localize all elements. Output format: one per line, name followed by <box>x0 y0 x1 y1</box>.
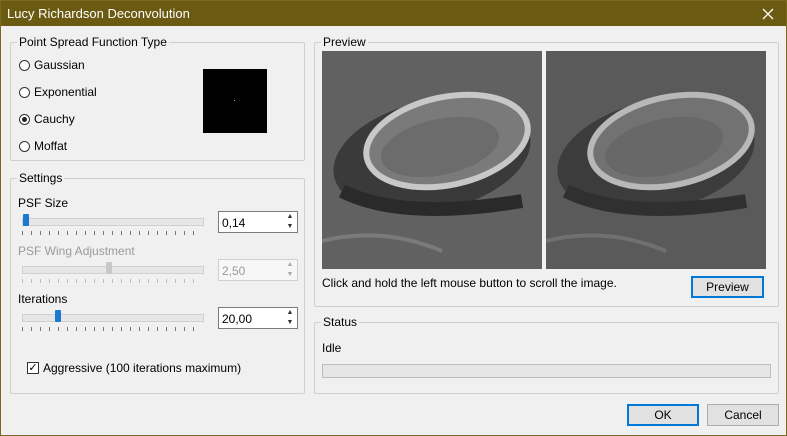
spinbox-value[interactable]: 2,50 <box>222 264 245 278</box>
slider-thumb[interactable] <box>23 214 29 226</box>
slider-thumb[interactable] <box>106 262 112 274</box>
preview-button[interactable]: Preview <box>691 276 764 298</box>
psf-wing-slider[interactable] <box>22 262 204 283</box>
slider-thumb[interactable] <box>55 310 61 322</box>
radio-circle[interactable] <box>19 140 30 152</box>
radio-label: Cauchy <box>34 112 75 126</box>
psf-size-spinbox[interactable]: 0,14 ▲ ▼ <box>218 211 298 233</box>
iterations-label: Iterations <box>18 292 68 306</box>
settings-legend: Settings <box>17 171 65 185</box>
radio-label: Exponential <box>34 85 97 99</box>
radio-gaussian[interactable]: Gaussian <box>19 58 85 72</box>
psf-kernel-preview <box>203 69 267 133</box>
radio-cauchy[interactable]: Cauchy <box>19 112 75 126</box>
close-icon[interactable] <box>750 1 786 26</box>
checkbox-label: Aggressive (100 iterations maximum) <box>43 361 242 375</box>
dialog-window: Lucy Richardson Deconvolution Point Spre… <box>0 0 787 436</box>
window-title: Lucy Richardson Deconvolution <box>7 6 190 21</box>
title-bar[interactable]: Lucy Richardson Deconvolution <box>1 1 786 26</box>
ok-button[interactable]: OK <box>627 404 699 426</box>
psf-wing-spinbox[interactable]: 2,50 ▲ ▼ <box>218 259 298 281</box>
checkbox-checked-icon[interactable]: ✓ <box>27 362 39 374</box>
preview-legend: Preview <box>321 35 368 49</box>
aggressive-checkbox[interactable]: ✓ Aggressive (100 iterations maximum) <box>27 361 241 375</box>
psf-type-group: Point Spread Function Type Gaussian Expo… <box>10 35 305 161</box>
spinbox-arrows-icon[interactable]: ▲ ▼ <box>283 260 297 280</box>
progress-bar <box>322 364 771 378</box>
settings-group: Settings PSF Size 0,14 ▲ ▼ PSF Wing Adjus… <box>10 171 305 394</box>
slider-ticks <box>22 279 202 283</box>
psf-size-label: PSF Size <box>18 196 69 210</box>
spinbox-arrows-icon[interactable]: ▲ ▼ <box>283 308 297 328</box>
original-image[interactable] <box>322 51 542 269</box>
radio-exponential[interactable]: Exponential <box>19 85 97 99</box>
iterations-spinbox[interactable]: 20,00 ▲ ▼ <box>218 307 298 329</box>
spinbox-value[interactable]: 20,00 <box>222 312 252 326</box>
psf-size-slider[interactable] <box>22 214 204 235</box>
preview-group: Preview Click and hold the left mouse bu… <box>314 35 779 307</box>
status-group: Status Idle <box>314 315 779 394</box>
slider-track[interactable] <box>22 314 204 322</box>
radio-label: Moffat <box>34 139 68 153</box>
status-legend: Status <box>321 315 360 329</box>
cancel-button[interactable]: Cancel <box>707 404 779 426</box>
slider-track[interactable] <box>22 218 204 226</box>
radio-circle-checked[interactable] <box>19 113 30 125</box>
spinbox-value[interactable]: 0,14 <box>222 216 245 230</box>
radio-moffat[interactable]: Moffat <box>19 139 67 153</box>
radio-label: Gaussian <box>34 58 85 72</box>
slider-track[interactable] <box>22 266 204 274</box>
psf-wing-label: PSF Wing Adjustment <box>18 244 135 258</box>
radio-circle[interactable] <box>19 86 30 98</box>
iterations-slider[interactable] <box>22 310 204 331</box>
slider-ticks <box>22 327 202 331</box>
spinbox-arrows-icon[interactable]: ▲ ▼ <box>283 212 297 232</box>
psf-kernel-dot <box>234 100 235 101</box>
status-text: Idle <box>322 341 342 355</box>
preview-hint: Click and hold the left mouse button to … <box>322 276 617 290</box>
slider-ticks <box>22 231 202 235</box>
radio-circle[interactable] <box>19 59 30 71</box>
psf-type-legend: Point Spread Function Type <box>17 35 169 49</box>
deconvolved-image[interactable] <box>546 51 766 269</box>
